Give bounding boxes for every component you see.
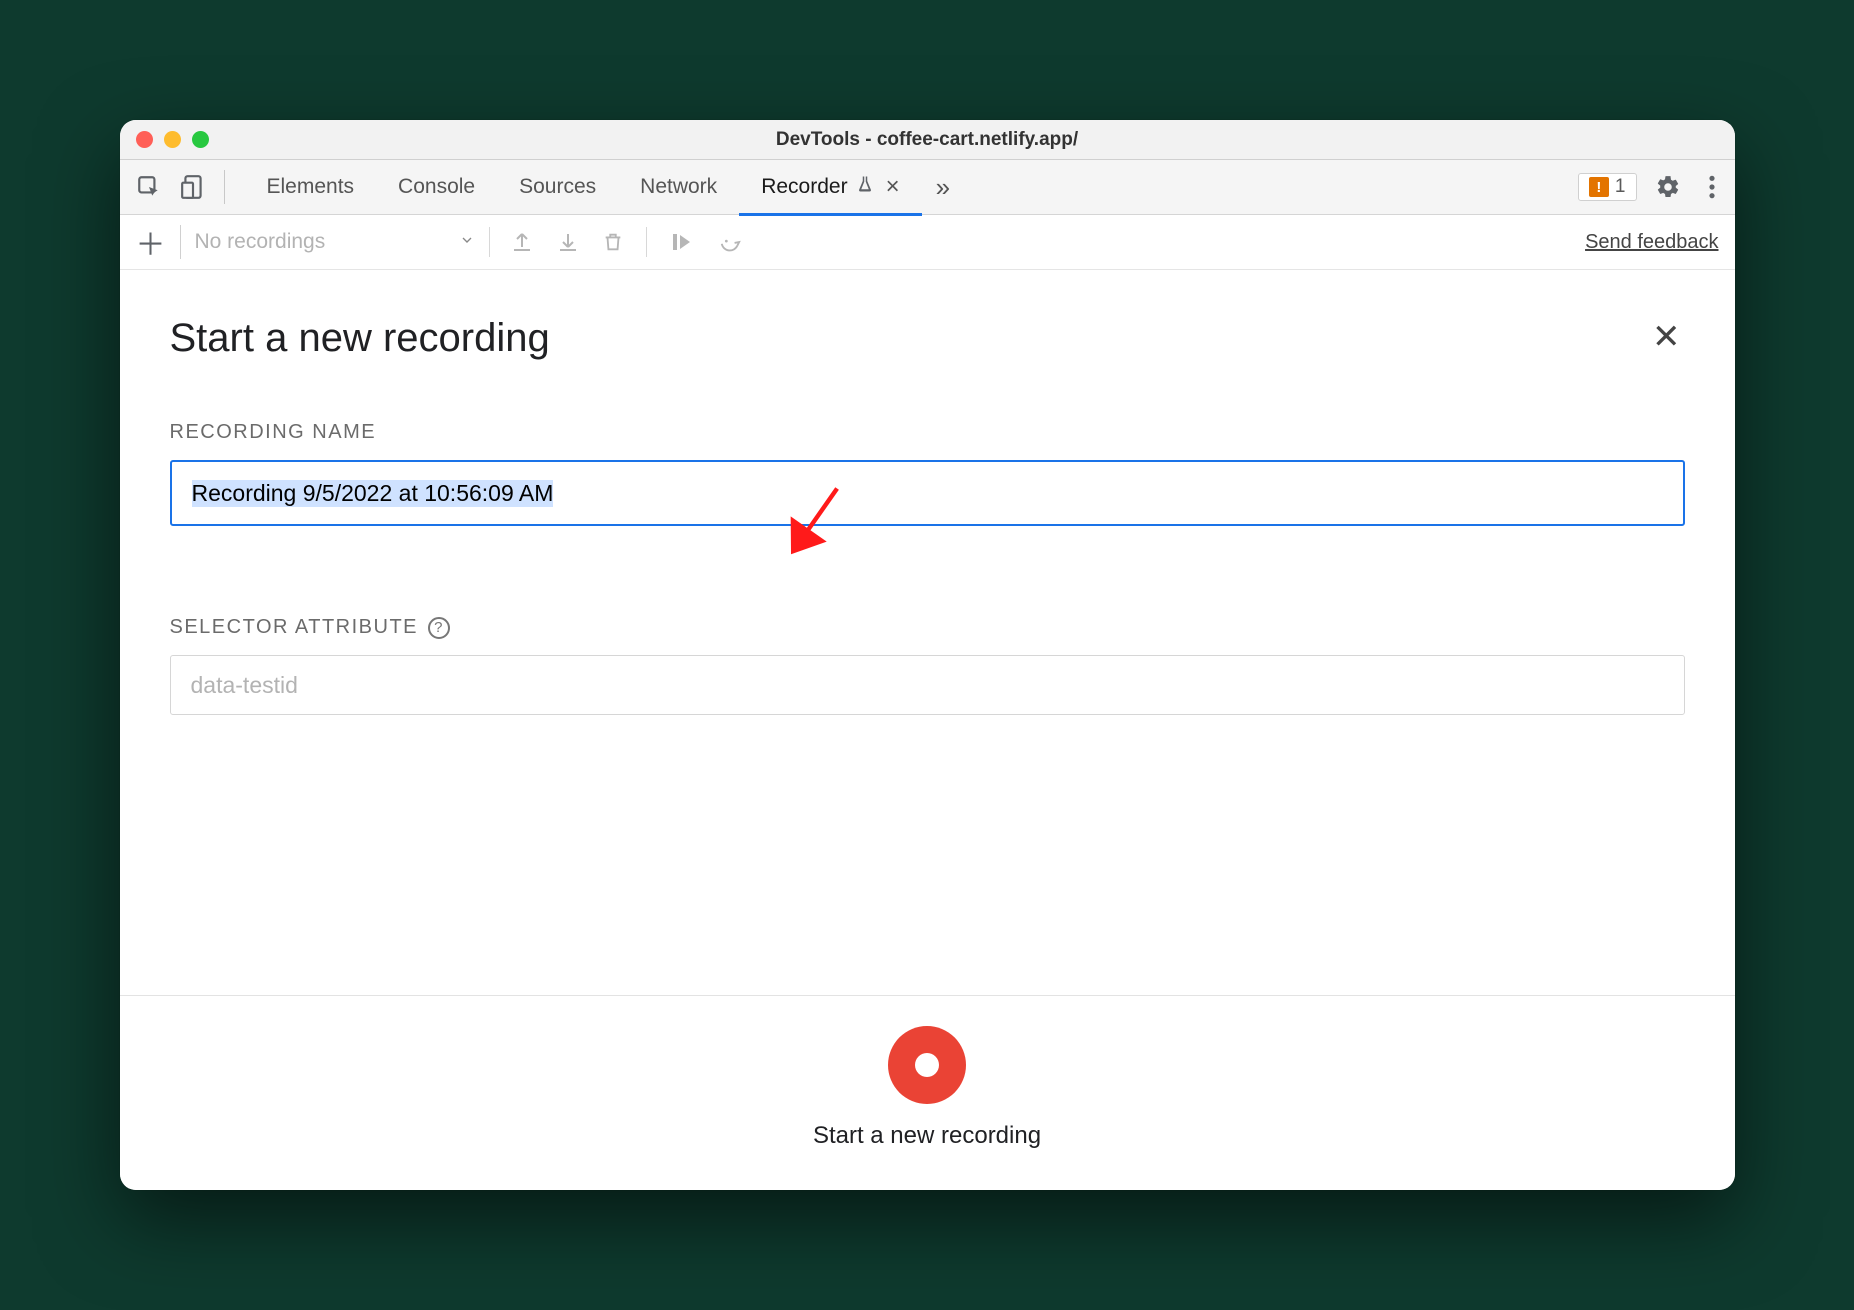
start-recording-panel: Start a new recording ✕ RECORDING NAME [120, 270, 1735, 995]
minimize-window-button[interactable] [164, 131, 181, 148]
device-toolbar-icon[interactable] [180, 174, 206, 200]
window-traffic-lights [136, 131, 209, 148]
selector-attribute-label: SELECTOR ATTRIBUTE [170, 616, 419, 639]
settings-gear-icon[interactable] [1655, 174, 1681, 200]
close-tab-icon[interactable]: × [886, 173, 900, 201]
start-recording-footer: Start a new recording [120, 995, 1735, 1190]
devtools-window: DevTools - coffee-cart.netlify.app/ [120, 120, 1735, 1190]
export-icon[interactable] [510, 230, 534, 254]
play-step-icon[interactable] [669, 230, 695, 254]
inspect-element-icon[interactable] [136, 174, 162, 200]
start-recording-button[interactable] [888, 1026, 966, 1104]
delete-icon[interactable] [602, 230, 624, 254]
issues-count: 1 [1615, 176, 1626, 198]
recorder-main: Start a new recording ✕ RECORDING NAME [120, 270, 1735, 1190]
tab-network[interactable]: Network [618, 160, 739, 215]
window-title: DevTools - coffee-cart.netlify.app/ [120, 129, 1735, 151]
titlebar: DevTools - coffee-cart.netlify.app/ [120, 120, 1735, 160]
devtools-tabstrip: Elements Console Sources Network Recorde… [120, 160, 1735, 215]
close-window-button[interactable] [136, 131, 153, 148]
replay-settings-icon[interactable] [717, 231, 743, 253]
tabs-overflow-icon[interactable]: » [922, 172, 964, 203]
issues-badge[interactable]: ! 1 [1578, 173, 1637, 201]
recordings-dropdown-label: No recordings [195, 230, 326, 254]
tab-sources[interactable]: Sources [497, 160, 618, 215]
chevron-down-icon [459, 230, 475, 254]
panel-title: Start a new recording [170, 316, 550, 361]
tab-elements[interactable]: Elements [245, 160, 377, 215]
experimental-flask-icon [856, 174, 874, 200]
toolbar-separator [646, 227, 647, 257]
recorder-toolbar: ＋ No recordings Send feedback [120, 215, 1735, 270]
recordings-dropdown[interactable]: No recordings [195, 230, 475, 254]
toolbar-separator [489, 227, 490, 257]
help-icon[interactable]: ? [428, 617, 450, 639]
close-panel-icon[interactable]: ✕ [1648, 316, 1685, 358]
tab-recorder[interactable]: Recorder × [739, 160, 921, 215]
import-icon[interactable] [556, 230, 580, 254]
new-recording-icon[interactable]: ＋ [136, 225, 181, 259]
recording-name-input[interactable] [170, 460, 1685, 526]
record-icon [915, 1053, 939, 1077]
warning-icon: ! [1589, 177, 1609, 197]
kebab-menu-icon[interactable] [1699, 174, 1725, 200]
start-recording-label: Start a new recording [813, 1122, 1041, 1150]
maximize-window-button[interactable] [192, 131, 209, 148]
recording-name-label: RECORDING NAME [170, 421, 1685, 444]
send-feedback-link[interactable]: Send feedback [1585, 231, 1718, 254]
selector-attribute-input[interactable] [170, 655, 1685, 715]
tab-console[interactable]: Console [376, 160, 497, 215]
